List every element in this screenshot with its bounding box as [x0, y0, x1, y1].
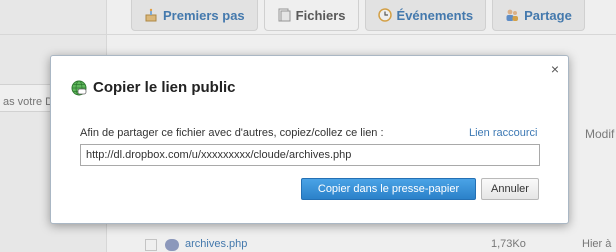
close-icon[interactable]: ×: [548, 62, 562, 76]
instruction-text: Afin de partager ce fichier avec d'autre…: [80, 127, 384, 139]
dropbox-page: Premiers pas Fichiers Événements Parta: [0, 0, 616, 252]
globe-link-icon: [71, 80, 87, 95]
dialog-header: Copier le lien public: [71, 79, 236, 96]
share-link-dialog: × Copier le lien public Afin de partager…: [50, 55, 569, 224]
copy-to-clipboard-button[interactable]: Copier dans le presse-papier: [301, 178, 476, 200]
dialog-title: Copier le lien public: [93, 79, 236, 96]
short-link[interactable]: Lien raccourci: [469, 127, 537, 139]
public-url-field[interactable]: [80, 144, 540, 166]
cancel-button[interactable]: Annuler: [481, 178, 539, 200]
